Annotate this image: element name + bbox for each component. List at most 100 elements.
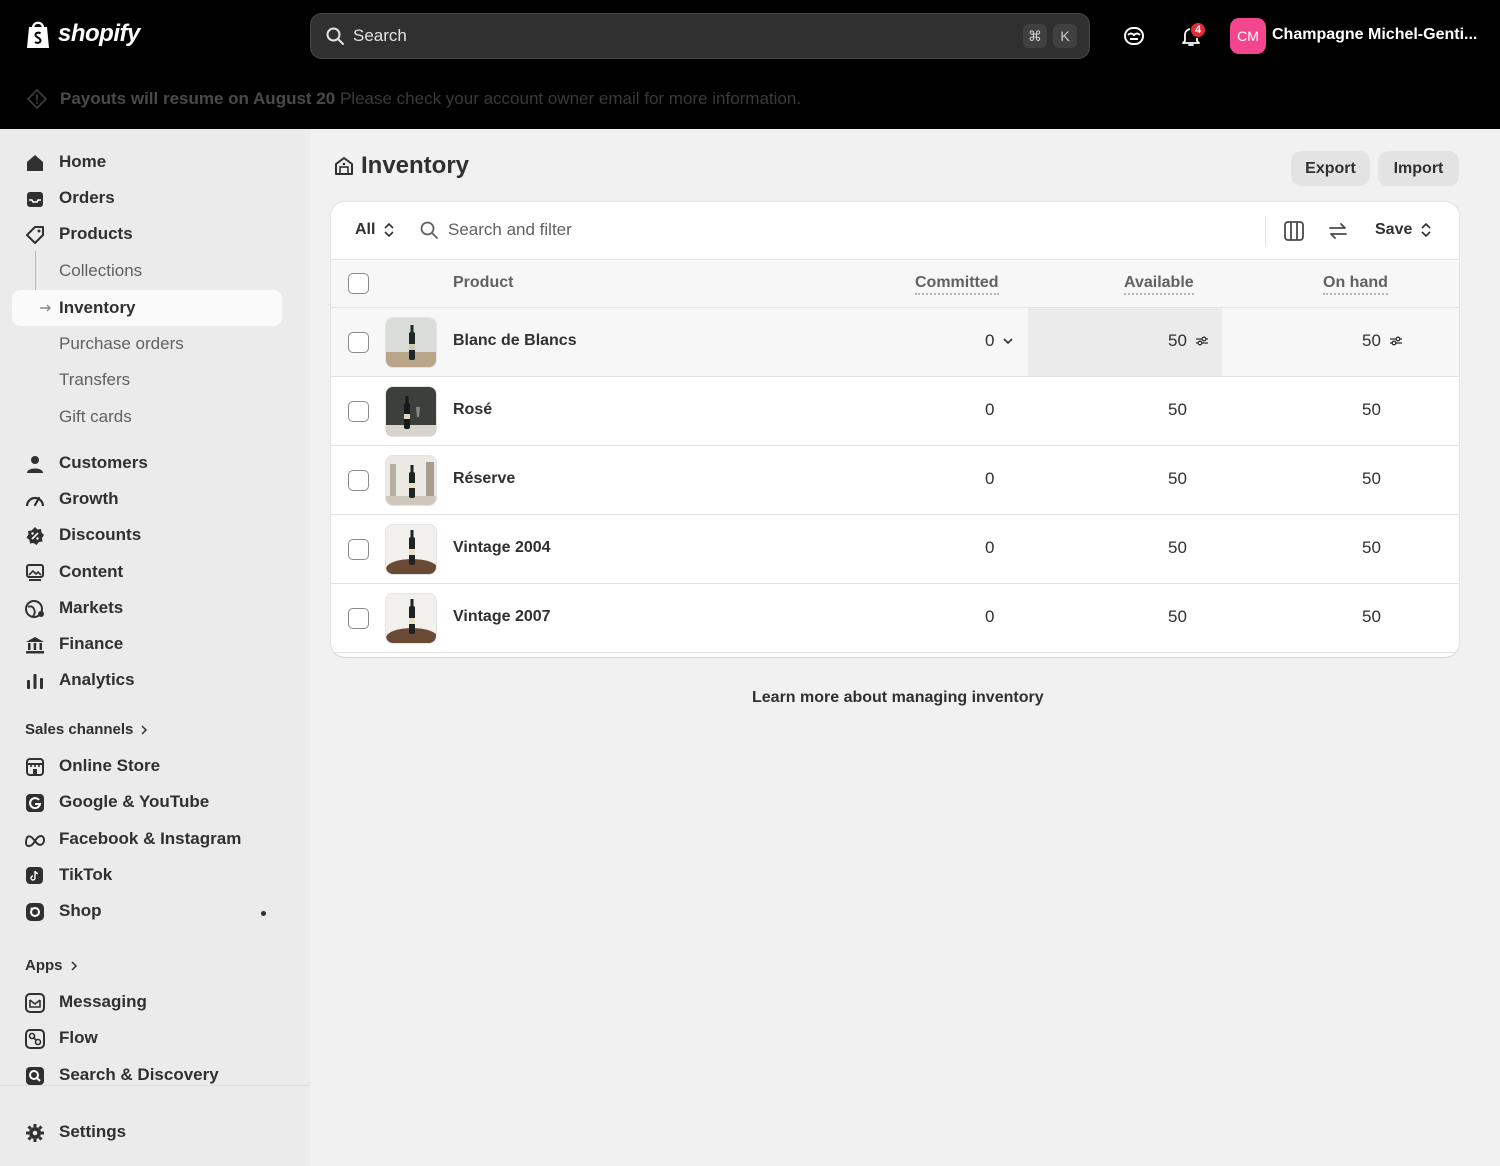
- product-name[interactable]: Rosé: [453, 401, 492, 419]
- global-search-input[interactable]: Search ⌘ K: [310, 13, 1090, 59]
- import-button[interactable]: Import: [1378, 151, 1459, 186]
- sidebar-item-markets[interactable]: Markets: [12, 590, 282, 626]
- sidebar-item-online-store[interactable]: Online Store: [12, 748, 282, 784]
- committed-value[interactable]: 0: [985, 607, 994, 627]
- available-value[interactable]: 50: [1168, 538, 1187, 558]
- shop-status-dot: [261, 911, 266, 916]
- available-value[interactable]: 50: [1168, 400, 1187, 420]
- table-row[interactable]: Vintage 2007 0 50 50: [331, 584, 1459, 653]
- store-name[interactable]: Champagne Michel-Genti...: [1272, 26, 1477, 44]
- sidebar-item-label: Shop: [59, 901, 102, 920]
- table-row[interactable]: Blanc de Blancs 0 50 50: [331, 308, 1459, 377]
- notification-count-badge: 4: [1190, 22, 1206, 38]
- champagne-bottle-image: [386, 387, 436, 436]
- sidebar-item-home[interactable]: Home: [12, 144, 282, 180]
- payout-pause-icon: [27, 89, 47, 109]
- sidebar-item-content[interactable]: Content: [12, 554, 282, 590]
- sidebar-item-gift-cards[interactable]: Gift cards: [12, 399, 282, 435]
- product-name[interactable]: Blanc de Blancs: [453, 332, 577, 350]
- sidebar-item-analytics[interactable]: Analytics: [12, 662, 282, 698]
- column-header-on-hand[interactable]: On hand: [1323, 274, 1388, 295]
- sidebar-item-inventory[interactable]: Inventory: [12, 290, 282, 326]
- column-header-committed[interactable]: Committed: [915, 274, 999, 295]
- sidebar-item-facebook-instagram[interactable]: Facebook & Instagram: [12, 821, 282, 857]
- sidebar-item-label: Transfers: [59, 370, 131, 389]
- sidebar-item-discounts[interactable]: Discounts: [12, 517, 282, 553]
- sort-arrows-icon[interactable]: [1326, 219, 1350, 243]
- row-checkbox[interactable]: [348, 539, 369, 560]
- table-row[interactable]: Vintage 2004 0 50 50: [331, 515, 1459, 584]
- sidekick-button[interactable]: [1120, 22, 1148, 50]
- search-filter-input[interactable]: Search and filter: [419, 220, 572, 240]
- banner-text: Please check your account owner email fo…: [339, 89, 802, 108]
- sidebar-item-transfers[interactable]: Transfers: [12, 362, 282, 398]
- sidebar-item-google-youtube[interactable]: Google & YouTube: [12, 784, 282, 820]
- on-hand-value[interactable]: 50: [1362, 607, 1381, 627]
- home-icon: [27, 155, 43, 171]
- row-checkbox[interactable]: [348, 401, 369, 422]
- top-bar: shopify Search ⌘ K 4 CM Champagne Michel…: [0, 0, 1500, 129]
- committed-value[interactable]: 0: [985, 469, 994, 489]
- sidebar-item-orders[interactable]: Orders: [12, 180, 282, 216]
- apps-heading[interactable]: Apps: [25, 957, 79, 974]
- orders-inbox-icon: [27, 192, 43, 207]
- apps-label: Apps: [25, 957, 63, 974]
- storefront-icon: [26, 758, 44, 776]
- sidebar-item-label: Customers: [59, 453, 148, 472]
- product-name[interactable]: Vintage 2004: [453, 539, 551, 557]
- on-hand-value[interactable]: 50: [1362, 331, 1403, 351]
- sidebar-item-label: Google & YouTube: [59, 792, 210, 811]
- available-value[interactable]: 50: [1168, 331, 1209, 351]
- column-header-product[interactable]: Product: [453, 274, 513, 292]
- committed-value[interactable]: 0: [985, 538, 994, 558]
- table-row[interactable]: Réserve 0 50 50: [331, 446, 1459, 515]
- row-checkbox[interactable]: [348, 608, 369, 629]
- available-value[interactable]: 50: [1168, 607, 1187, 627]
- store-avatar[interactable]: CM: [1230, 18, 1266, 54]
- product-thumbnail: [385, 386, 437, 437]
- sidebar-item-search-discovery[interactable]: Search & Discovery: [12, 1057, 282, 1093]
- export-button[interactable]: Export: [1291, 151, 1370, 186]
- sidebar-item-products[interactable]: Products: [12, 216, 282, 252]
- sidebar-item-flow[interactable]: Flow: [12, 1020, 282, 1056]
- sidebar-item-settings[interactable]: Settings: [12, 1114, 282, 1150]
- page-title: Inventory: [333, 152, 469, 180]
- on-hand-value[interactable]: 50: [1362, 469, 1381, 489]
- save-view-label: Save: [1375, 221, 1413, 238]
- sales-channels-heading[interactable]: Sales channels: [25, 721, 149, 738]
- sidebar-item-tiktok[interactable]: TikTok: [12, 857, 282, 893]
- sidebar-item-finance[interactable]: Finance: [12, 626, 282, 662]
- on-hand-value[interactable]: 50: [1362, 538, 1381, 558]
- row-checkbox[interactable]: [348, 332, 369, 353]
- product-name[interactable]: Vintage 2007: [453, 608, 551, 626]
- gauge-icon: [25, 496, 45, 507]
- table-row[interactable]: Rosé 0 50 50: [331, 377, 1459, 446]
- shopify-logo[interactable]: shopify: [24, 18, 140, 50]
- product-thumbnail: [385, 317, 437, 368]
- payout-banner: Payouts will resume on August 20 Please …: [26, 88, 801, 110]
- product-name[interactable]: Réserve: [453, 470, 515, 488]
- sidebar-item-customers[interactable]: Customers: [12, 445, 282, 481]
- on-hand-value[interactable]: 50: [1362, 400, 1381, 420]
- view-selector[interactable]: All: [355, 221, 395, 239]
- sidebar-item-label: Flow: [59, 1028, 98, 1047]
- sidebar-item-shop[interactable]: Shop: [12, 893, 282, 929]
- sidebar-item-label: Inventory: [59, 298, 136, 317]
- sidebar-item-growth[interactable]: Growth: [12, 481, 282, 517]
- shortcut-cmd-key: ⌘: [1023, 24, 1047, 48]
- sidebar-item-collections[interactable]: Collections: [12, 253, 282, 289]
- committed-value[interactable]: 0: [985, 331, 1014, 351]
- select-all-checkbox[interactable]: [348, 273, 369, 294]
- filter-bar: All Search and filter Save: [331, 202, 1459, 260]
- sidebar-item-messaging[interactable]: Messaging: [12, 984, 282, 1020]
- sidebar-item-purchase-orders[interactable]: Purchase orders: [12, 326, 282, 362]
- learn-more-link[interactable]: Learn more about managing inventory: [752, 689, 1044, 707]
- column-header-available[interactable]: Available: [1124, 274, 1194, 295]
- save-view-button[interactable]: Save: [1375, 221, 1432, 239]
- row-checkbox[interactable]: [348, 470, 369, 491]
- sidebar-item-label: Facebook & Instagram: [59, 829, 242, 848]
- committed-value[interactable]: 0: [985, 400, 994, 420]
- columns-icon[interactable]: [1282, 219, 1306, 243]
- available-value[interactable]: 50: [1168, 469, 1187, 489]
- banner-bold-text: Payouts will resume on August 20: [60, 89, 336, 108]
